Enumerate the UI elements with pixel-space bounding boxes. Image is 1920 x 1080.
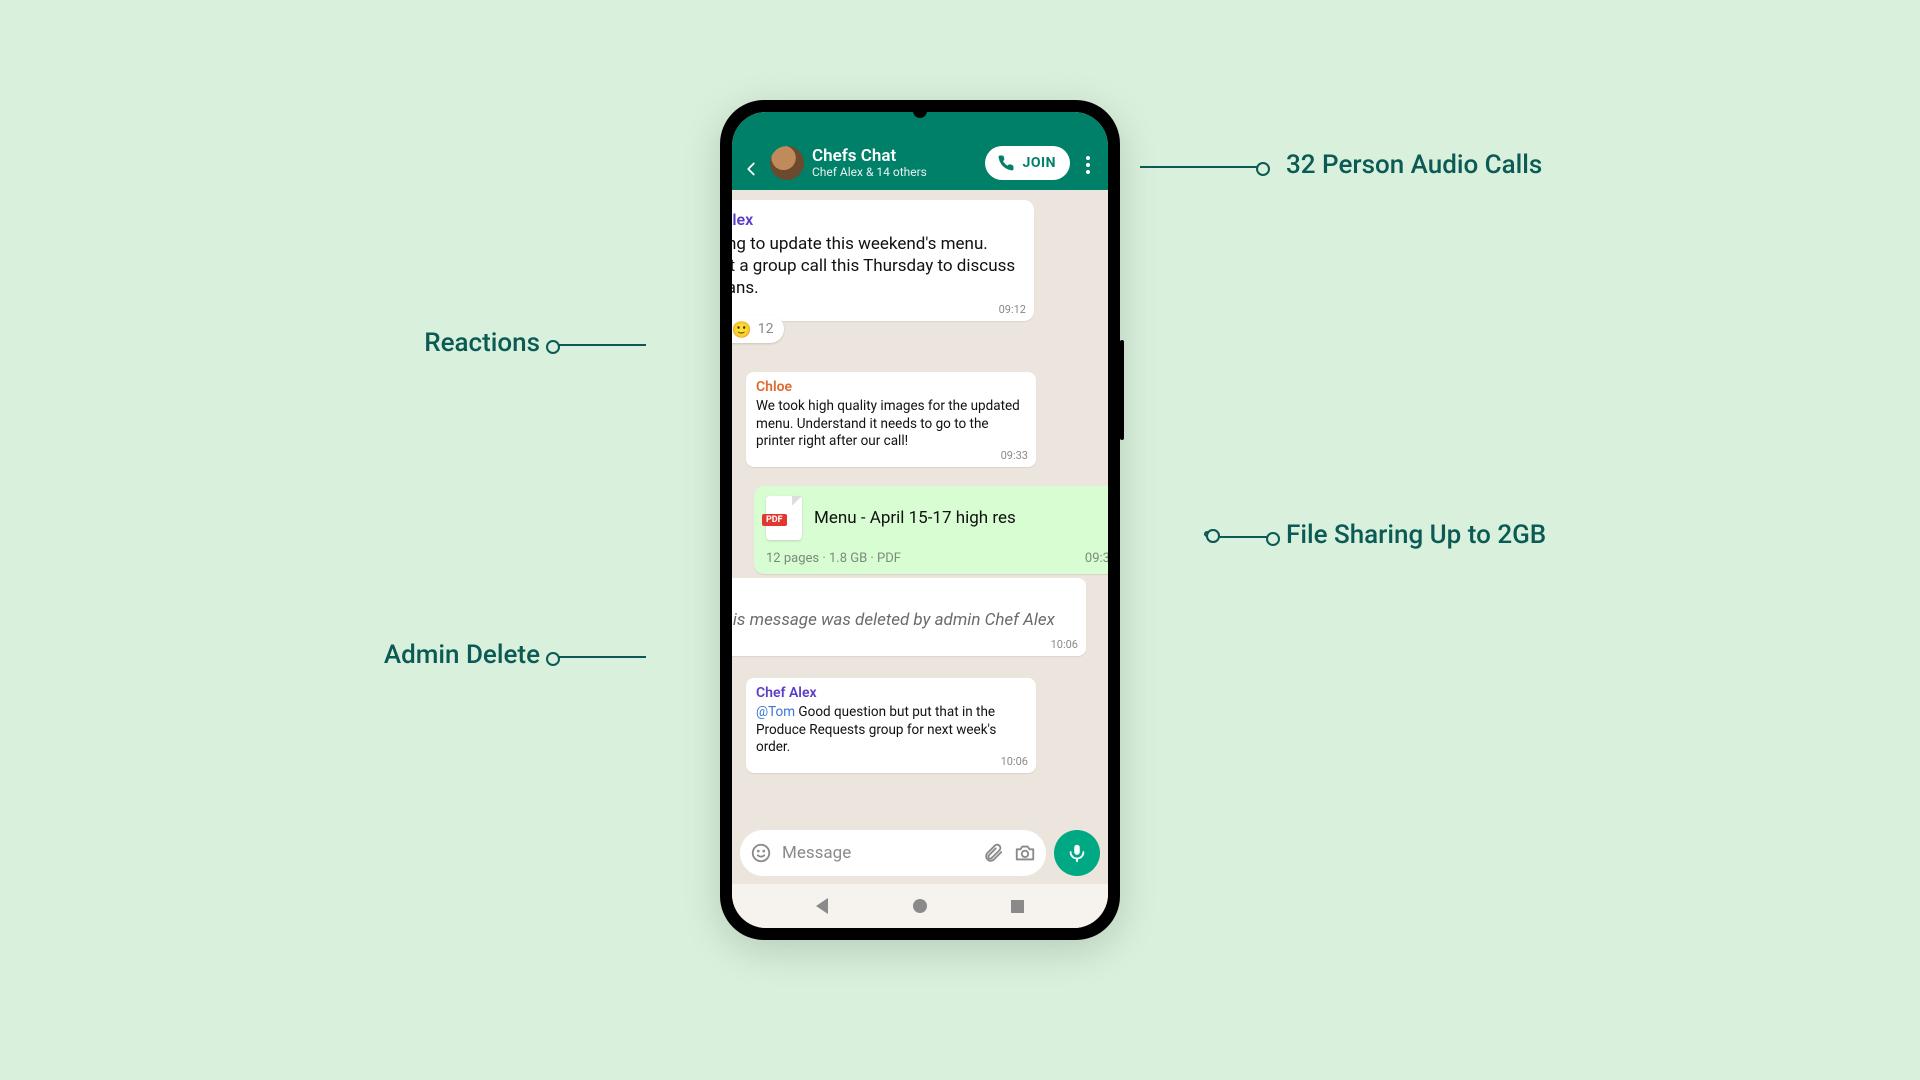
callout-reactions: Reactions — [380, 328, 540, 358]
sender-label: Chef Alex — [732, 210, 1020, 231]
message-file-outgoing[interactable]: PDF Menu - April 15-17 high res 12 pages… — [754, 486, 1108, 574]
pdf-badge-label: PDF — [762, 514, 787, 526]
more-options-button[interactable] — [1078, 150, 1098, 180]
chat-header: Chefs Chat Chef Alex & 14 others JOIN — [732, 112, 1108, 190]
callout-admin-delete: Admin Delete — [340, 640, 540, 670]
input-placeholder: Message — [782, 843, 972, 863]
attach-icon[interactable] — [982, 842, 1004, 864]
sender-label: Tom — [732, 586, 1072, 607]
reaction-count: 12 — [758, 321, 774, 337]
message-time: 10:06 — [1051, 638, 1078, 652]
join-call-button[interactable]: JOIN — [985, 146, 1070, 180]
reactions-pill[interactable]: 👍 🙏 🙂 12 — [732, 315, 784, 343]
pdf-file-icon: PDF — [766, 496, 802, 540]
message-chef-alex-2[interactable]: Chef Alex @Tom Good question but put tha… — [746, 678, 1036, 773]
connector-file-dot — [1204, 531, 1210, 537]
nav-recents[interactable] — [1011, 900, 1024, 913]
android-nav-bar — [732, 884, 1108, 928]
message-time: 09:33 — [1001, 449, 1028, 463]
phone-camera-dot — [913, 104, 927, 118]
message-input-bar: Message — [740, 830, 1100, 876]
camera-icon[interactable] — [1014, 842, 1036, 864]
reaction-smile: 🙂 — [732, 320, 752, 339]
back-button[interactable] — [740, 158, 762, 180]
message-time: 09:12 — [999, 303, 1026, 317]
message-time: 10:06 — [1001, 755, 1028, 769]
chat-title: Chefs Chat — [812, 147, 977, 167]
callout-audio-calls: 32 Person Audio Calls — [1286, 150, 1542, 180]
message-chef-alex-1[interactable]: Chef Alex Working to update this weekend… — [732, 200, 1034, 321]
phone-screen: Chefs Chat Chef Alex & 14 others JOIN Ch… — [732, 112, 1108, 928]
chat-body: Chef Alex Working to update this weekend… — [732, 190, 1108, 928]
phone-frame: Chefs Chat Chef Alex & 14 others JOIN Ch… — [720, 100, 1120, 940]
file-meta: 12 pages · 1.8 GB · PDF — [766, 551, 901, 566]
deleted-text: This message was deleted by admin Chef A… — [732, 609, 1055, 632]
sender-label: Chef Alex — [756, 684, 1028, 702]
message-text: We took high quality images for the upda… — [756, 398, 1028, 451]
header-titles[interactable]: Chefs Chat Chef Alex & 14 others — [812, 147, 977, 180]
chat-subtitle: Chef Alex & 14 others — [812, 166, 977, 180]
message-input[interactable]: Message — [740, 830, 1046, 876]
sender-label: Chloe — [756, 378, 1028, 396]
join-label: JOIN — [1023, 155, 1056, 171]
callout-file-sharing: File Sharing Up to 2GB — [1286, 520, 1546, 550]
nav-back[interactable] — [816, 898, 828, 914]
message-time: 09:34 — [1085, 551, 1108, 566]
message-text: Working to update this weekend's menu. E… — [732, 233, 1020, 299]
mention: @Tom — [756, 704, 795, 720]
message-chloe[interactable]: Chloe We took high quality images for th… — [746, 372, 1036, 467]
file-name: Menu - April 15-17 high res — [814, 508, 1016, 528]
message-deleted-by-admin[interactable]: Tom This message was deleted by admin Ch… — [732, 578, 1086, 656]
connector-admin-delete — [556, 656, 646, 658]
nav-home[interactable] — [913, 899, 927, 913]
phone-icon — [995, 152, 1017, 174]
voice-message-button[interactable] — [1054, 830, 1100, 876]
emoji-icon[interactable] — [750, 842, 772, 864]
connector-audio — [1140, 166, 1260, 168]
group-avatar[interactable] — [770, 146, 804, 180]
connector-reactions — [556, 344, 646, 346]
connector-file — [1214, 536, 1270, 538]
